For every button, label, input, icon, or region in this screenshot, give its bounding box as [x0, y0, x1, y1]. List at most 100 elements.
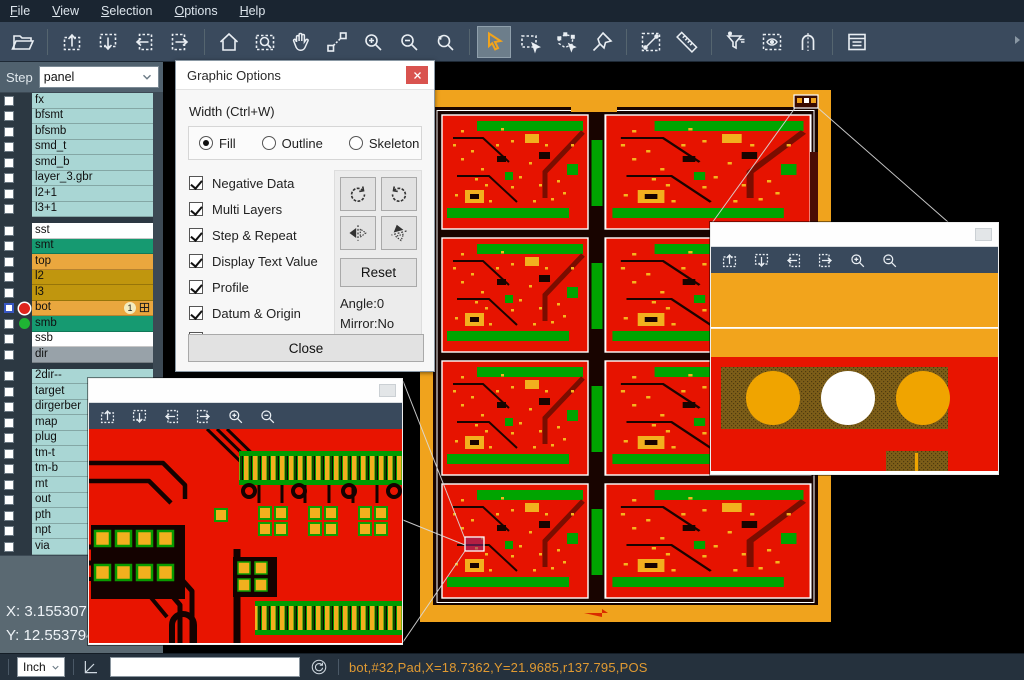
pan-right-icon[interactable]	[816, 251, 835, 270]
menu-view[interactable]: View	[52, 4, 79, 18]
zoom-in-button[interactable]	[356, 26, 390, 58]
menu-file[interactable]: File	[10, 4, 30, 18]
preview-window-button[interactable]	[975, 228, 992, 241]
radio-fill[interactable]: Fill	[199, 136, 236, 151]
radio-circle[interactable]	[262, 136, 276, 150]
layer-name[interactable]: smd_b	[32, 155, 153, 171]
preview-window-button[interactable]	[379, 384, 396, 397]
layer-name[interactable]: smb	[32, 316, 153, 332]
layer-name[interactable]: l2+1	[32, 186, 153, 202]
checkbox-box[interactable]	[189, 306, 203, 320]
checkbox-display-text-value[interactable]: Display Text Value	[189, 248, 334, 274]
radio-outline[interactable]: Outline	[262, 136, 323, 151]
layer-name[interactable]: fx	[32, 93, 153, 109]
layer-checkbox[interactable]	[4, 111, 14, 121]
brush-clean-button[interactable]	[585, 26, 619, 58]
zoom-window-button[interactable]	[248, 26, 282, 58]
zoom-in-icon[interactable]	[226, 407, 245, 426]
preview-title-bar[interactable]	[89, 379, 402, 403]
layer-row-bot[interactable]: bot1	[0, 301, 153, 317]
report-list-button[interactable]	[840, 26, 874, 58]
grid-icon[interactable]	[139, 302, 150, 313]
step-select[interactable]: panel	[39, 66, 159, 88]
layer-checkbox[interactable]	[4, 189, 14, 199]
pan-left-button[interactable]	[127, 26, 161, 58]
rect-select-button[interactable]	[513, 26, 547, 58]
layer-row-smd_b[interactable]: smd_b	[0, 155, 153, 171]
layer-checkbox[interactable]	[4, 433, 14, 443]
layer-name[interactable]: bot1	[32, 301, 153, 317]
layer-name[interactable]: l2	[32, 270, 153, 286]
close-button[interactable]: Close	[188, 334, 424, 362]
layer-checkbox[interactable]	[4, 303, 14, 313]
checkbox-box[interactable]	[189, 254, 203, 268]
layer-row-l3+1[interactable]: l3+1	[0, 202, 153, 218]
checkbox-step-repeat[interactable]: Step & Repeat	[189, 222, 334, 248]
layer-name[interactable]: bfsmb	[32, 124, 153, 140]
layer-checkbox[interactable]	[4, 526, 14, 536]
open-folder-button[interactable]	[6, 26, 40, 58]
pan-up-icon[interactable]	[720, 251, 739, 270]
layer-name[interactable]: smd_t	[32, 140, 153, 156]
layer-row-smd_t[interactable]: smd_t	[0, 140, 153, 156]
layer-row-fx[interactable]: fx	[0, 93, 153, 109]
rotate-ccw-button[interactable]	[381, 177, 417, 211]
layer-row-smb[interactable]: smb	[0, 316, 153, 332]
mirror-horizontal-button[interactable]	[340, 216, 376, 250]
ruler-button[interactable]	[670, 26, 704, 58]
pan-down-button[interactable]	[91, 26, 125, 58]
layer-row-bfsmt[interactable]: bfsmt	[0, 109, 153, 125]
layer-row-layer_3.gbr[interactable]: layer_3.gbr	[0, 171, 153, 187]
layer-checkbox[interactable]	[4, 288, 14, 298]
layer-name[interactable]: sst	[32, 223, 153, 239]
layer-row-dir[interactable]: dir	[0, 347, 153, 363]
preview-title-bar[interactable]	[711, 223, 998, 247]
layer-row-l2[interactable]: l2	[0, 270, 153, 286]
menu-selection[interactable]: Selection	[101, 4, 152, 18]
hand-pan-button[interactable]	[284, 26, 318, 58]
group-select-button[interactable]	[549, 26, 583, 58]
checkbox-datum-origin[interactable]: Datum & Origin	[189, 300, 334, 326]
zoom-preview-window-top[interactable]	[710, 222, 999, 475]
layer-checkbox[interactable]	[4, 142, 14, 152]
layer-checkbox[interactable]	[4, 241, 14, 251]
layer-checkbox[interactable]	[4, 96, 14, 106]
layer-checkbox[interactable]	[4, 334, 14, 344]
layer-checkbox[interactable]	[4, 226, 14, 236]
reset-button[interactable]: Reset	[340, 258, 417, 287]
menu-help[interactable]: Help	[240, 4, 266, 18]
view-inspect-button[interactable]	[755, 26, 789, 58]
layer-checkbox[interactable]	[4, 127, 14, 137]
pan-left-icon[interactable]	[784, 251, 803, 270]
dialog-title-bar[interactable]: Graphic Options	[176, 61, 434, 90]
layer-checkbox[interactable]	[4, 350, 14, 360]
home-button[interactable]	[212, 26, 246, 58]
radio-circle[interactable]	[349, 136, 363, 150]
layer-name[interactable]: layer_3.gbr	[32, 171, 153, 187]
layer-checkbox[interactable]	[4, 480, 14, 490]
layer-row-l2+1[interactable]: l2+1	[0, 186, 153, 202]
layer-checkbox[interactable]	[4, 158, 14, 168]
zoom-preview-window-bottom[interactable]	[88, 378, 403, 645]
layer-checkbox[interactable]	[4, 173, 14, 183]
layer-row-l3[interactable]: l3	[0, 285, 153, 301]
layer-row-ssb[interactable]: ssb	[0, 332, 153, 348]
layer-row-top[interactable]: top	[0, 254, 153, 270]
checkbox-negative-data[interactable]: Negative Data	[189, 170, 334, 196]
measure-distance-button[interactable]	[634, 26, 668, 58]
layer-row-smt[interactable]: smt	[0, 239, 153, 255]
checkbox-box[interactable]	[189, 280, 203, 294]
layer-name[interactable]: l3	[32, 285, 153, 301]
zoom-in-icon[interactable]	[848, 251, 867, 270]
dialog-close-button[interactable]	[406, 66, 428, 84]
checkbox-box[interactable]	[189, 228, 203, 242]
select-cursor-button[interactable]	[477, 26, 511, 58]
corner-angle-icon[interactable]	[82, 658, 100, 676]
zoom-out-icon[interactable]	[258, 407, 277, 426]
layer-row-bfsmb[interactable]: bfsmb	[0, 124, 153, 140]
layer-checkbox[interactable]	[4, 418, 14, 428]
layer-checkbox[interactable]	[4, 495, 14, 505]
radio-skeleton[interactable]: Skeleton	[349, 136, 420, 151]
layer-checkbox[interactable]	[4, 402, 14, 412]
layer-checkbox[interactable]	[4, 511, 14, 521]
